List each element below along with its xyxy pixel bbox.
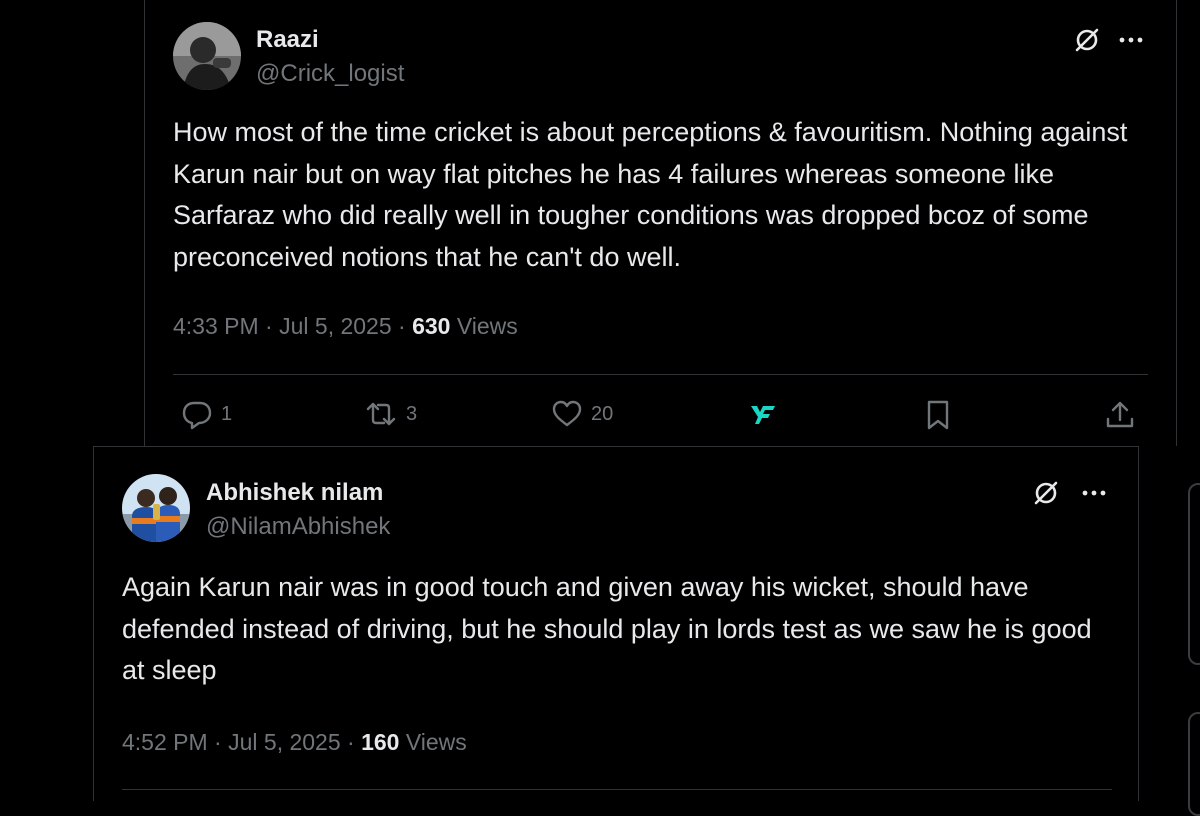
divider bbox=[122, 789, 1112, 790]
repost-count: 3 bbox=[406, 402, 418, 425]
tweet-card: Raazi @Crick_logist How most of the time… bbox=[144, 0, 1177, 446]
reply-count: 1 bbox=[221, 402, 233, 425]
tweet-card: Abhishek nilam @NilamAbhishek Again Karu… bbox=[93, 446, 1139, 801]
meta-separator: · bbox=[265, 313, 273, 339]
tweet-meta: 4:33 PM · Jul 5, 2025 · 630 Views bbox=[173, 313, 518, 340]
view-count: 630 bbox=[412, 313, 451, 339]
more-icon[interactable] bbox=[1078, 477, 1110, 509]
scrollbar-track[interactable] bbox=[1188, 712, 1200, 816]
tweet-text: Again Karun nair was in good touch and g… bbox=[122, 572, 1092, 685]
repost-button[interactable]: 3 bbox=[364, 398, 417, 430]
view-count: 160 bbox=[361, 729, 400, 755]
premium-icon[interactable] bbox=[745, 398, 781, 430]
author-name[interactable]: Abhishek nilam bbox=[206, 479, 383, 507]
grok-icon[interactable] bbox=[1071, 24, 1103, 56]
more-icon[interactable] bbox=[1115, 24, 1147, 56]
tweet-date[interactable]: Jul 5, 2025 bbox=[279, 313, 392, 339]
share-icon[interactable] bbox=[1103, 398, 1137, 432]
bookmark-icon[interactable] bbox=[921, 398, 955, 432]
like-icon bbox=[551, 398, 583, 430]
author-handle[interactable]: @Crick_logist bbox=[256, 60, 404, 88]
avatar[interactable] bbox=[173, 22, 241, 90]
meta-separator: · bbox=[347, 729, 355, 755]
repost-icon bbox=[364, 398, 398, 430]
avatar[interactable] bbox=[122, 474, 190, 542]
tweet-date[interactable]: Jul 5, 2025 bbox=[228, 729, 341, 755]
tweet-time[interactable]: 4:52 PM bbox=[122, 729, 208, 755]
views-label: Views bbox=[405, 729, 467, 755]
author-name[interactable]: Raazi bbox=[256, 26, 319, 54]
like-button[interactable]: 20 bbox=[551, 398, 613, 430]
divider bbox=[173, 374, 1148, 375]
scrollbar-track[interactable] bbox=[1188, 483, 1200, 665]
reply-icon bbox=[181, 398, 213, 430]
grok-icon[interactable] bbox=[1030, 477, 1062, 509]
views-label: Views bbox=[456, 313, 518, 339]
like-count: 20 bbox=[591, 402, 614, 425]
tweet-text: How most of the time cricket is about pe… bbox=[173, 117, 1128, 272]
tweet-meta: 4:52 PM · Jul 5, 2025 · 160 Views bbox=[122, 729, 467, 756]
tweet-time[interactable]: 4:33 PM bbox=[173, 313, 259, 339]
meta-separator: · bbox=[398, 313, 406, 339]
reply-button[interactable]: 1 bbox=[181, 398, 232, 430]
meta-separator: · bbox=[214, 729, 222, 755]
author-handle[interactable]: @NilamAbhishek bbox=[206, 513, 390, 541]
